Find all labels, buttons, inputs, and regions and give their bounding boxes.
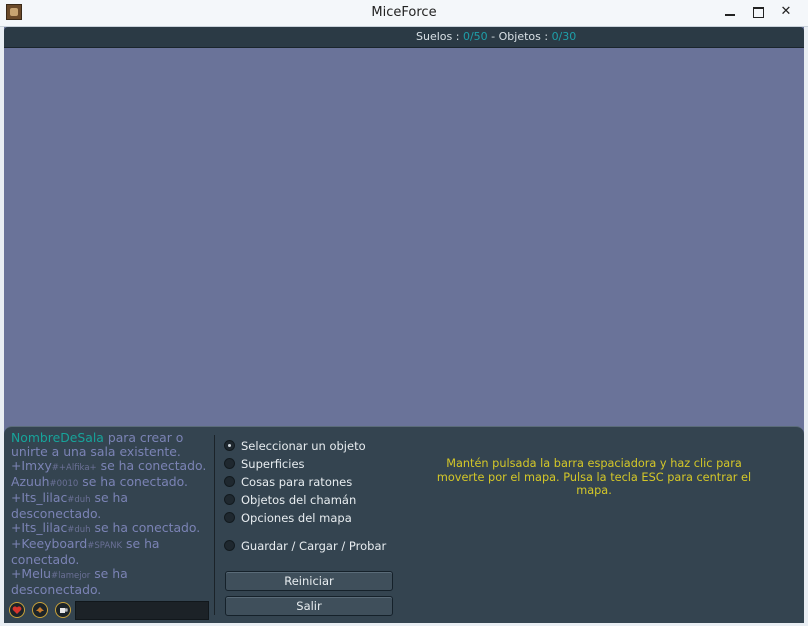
window-title: MiceForce <box>371 5 437 20</box>
chat-line: +Melu#lamejor se ha desconectado. <box>11 567 211 597</box>
window-titlebar: MiceForce ✕ <box>0 0 808 27</box>
shaman-icon[interactable] <box>32 602 48 618</box>
close-button[interactable]: ✕ <box>772 2 800 22</box>
chat-user-tag: #duh <box>67 525 91 535</box>
room-name-link[interactable]: NombreDeSala <box>11 431 104 445</box>
chat-text: se ha conectado. <box>90 520 201 535</box>
minimize-button[interactable] <box>716 2 744 22</box>
chat-input[interactable] <box>75 601 209 620</box>
chat-line: +Its_lilac#duh se ha desconectado. <box>11 491 211 521</box>
option-label: Opciones del mapa <box>241 511 352 525</box>
counter-bar: Suelos : 0/50 - Objetos : 0/30 <box>4 27 804 48</box>
radio-selected-icon <box>224 440 235 451</box>
chat-username[interactable]: Azuuh <box>11 474 50 489</box>
option-label: Seleccionar un objeto <box>241 439 366 453</box>
maximize-icon <box>752 7 764 18</box>
radio-icon <box>224 494 235 505</box>
objects-value: 0/30 <box>551 30 577 43</box>
object-counter: Suelos : 0/50 - Objetos : 0/30 <box>416 30 576 43</box>
radio-icon <box>224 512 235 523</box>
restart-button[interactable]: Reiniciar <box>225 571 393 591</box>
game-view: Suelos : 0/50 - Objetos : 0/30 NombreDeS… <box>4 27 804 623</box>
chat-username[interactable]: +Melu <box>11 566 51 581</box>
help-text: Mantén pulsada la barra espaciadora y ha… <box>436 457 752 497</box>
radio-icon <box>224 458 235 469</box>
counter-separator: - <box>487 30 499 43</box>
chat-user-tag: #+Alfika+ <box>51 463 97 473</box>
heart-icon[interactable] <box>9 602 25 618</box>
floors-value: 0/50 <box>462 30 488 43</box>
option-label: Objetos del chamán <box>241 493 357 507</box>
exit-button[interactable]: Salir <box>225 596 393 616</box>
cup-icon[interactable] <box>55 602 71 618</box>
chat-line: +Keeyboard#SPANK se ha conectado. <box>11 537 211 567</box>
chat-user-tag: #0010 <box>49 479 79 489</box>
panel-divider <box>214 435 215 615</box>
chat-user-tag: #lamejor <box>51 571 91 581</box>
chat-line: Azuuh#0010 se ha conectado. <box>11 475 211 491</box>
chat-intro: NombreDeSala para crear o unirte a una s… <box>11 431 211 459</box>
chat-line: +Imxy#+Alfika+ se ha conectado. <box>11 459 211 475</box>
chat-line: +Its_lilac#duh se ha conectado. <box>11 521 211 537</box>
floors-label: Suelos : <box>416 30 463 43</box>
map-canvas[interactable] <box>4 48 804 426</box>
chat-user-tag: #SPANK <box>87 541 123 551</box>
maximize-button[interactable] <box>744 2 772 22</box>
option-label: Superficies <box>241 457 305 471</box>
chat-username[interactable]: +Its_lilac <box>11 520 67 535</box>
radio-icon <box>224 540 235 551</box>
chat-username[interactable]: +Its_lilac <box>11 490 67 505</box>
chat-log: NombreDeSala para crear o unirte a una s… <box>11 431 211 599</box>
radio-icon <box>224 476 235 487</box>
editor-panel: NombreDeSala para crear o unirte a una s… <box>4 426 804 623</box>
objects-label: Objetos : <box>498 30 552 43</box>
chat-text: se ha conectado. <box>96 458 207 473</box>
chat-user-tag: #duh <box>67 495 91 505</box>
chat-text: se ha conectado. <box>78 474 188 489</box>
chat-username[interactable]: +Imxy <box>11 458 52 473</box>
option-label: Cosas para ratones <box>241 475 353 489</box>
chat-username[interactable]: +Keeyboard <box>11 536 87 551</box>
minimize-icon <box>725 14 735 16</box>
option-label: Guardar / Cargar / Probar <box>241 539 387 553</box>
